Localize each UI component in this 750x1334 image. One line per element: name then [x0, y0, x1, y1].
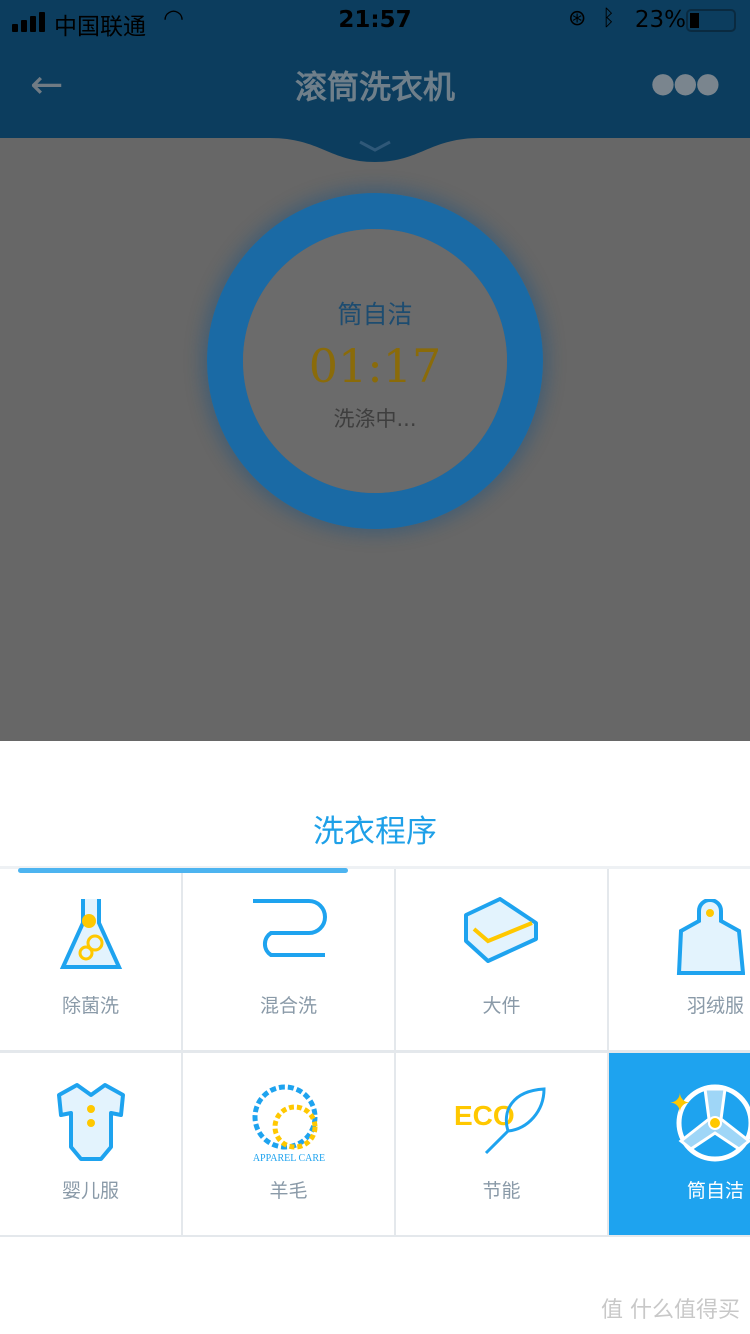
remaining-time: 01:17 [308, 339, 442, 393]
program-mixed[interactable]: 混合洗 [183, 869, 394, 1050]
program-label: 筒自洁 [686, 1180, 744, 1202]
program-label: 羊毛 [269, 1180, 308, 1202]
program-bulky[interactable]: 大件 [396, 869, 607, 1050]
bulky-item-icon [463, 897, 538, 963]
bluetooth-icon: ᛒ [602, 6, 616, 31]
status-bar: 中国联通 ◠ 21:57 ⊛ ᛒ 23% [0, 0, 750, 40]
program-label: 大件 [482, 995, 521, 1017]
program-label: 混合洗 [259, 995, 317, 1017]
more-dots-icon[interactable]: ●●● [651, 66, 720, 99]
svg-text:APPAREL CARE: APPAREL CARE [252, 1153, 324, 1163]
woolmark-icon: APPAREL CARE [252, 1084, 325, 1163]
sheet-title: 洗衣程序 [313, 814, 437, 850]
watermark: 值 什么值得买 [601, 1298, 740, 1323]
status-circle: 筒自洁 01:17 洗涤中... [243, 229, 507, 493]
current-program: 筒自洁 [337, 300, 413, 329]
battery-icon [686, 9, 736, 32]
program-drum-clean[interactable]: ✦ 筒自洁 [609, 1053, 750, 1235]
down-jacket-icon [676, 899, 745, 975]
program-label: 节能 [482, 1180, 521, 1202]
page-title: 滚筒洗衣机 [294, 68, 455, 106]
sparkle-icon: ✦ [669, 1089, 691, 1119]
mixed-fabric-icon [252, 899, 327, 957]
program-label: 除菌洗 [61, 995, 119, 1017]
program-baby[interactable]: 婴儿服 [0, 1053, 181, 1235]
flask-icon [59, 899, 122, 969]
baby-onesie-icon [56, 1083, 125, 1161]
eco-leaf-icon: ECO [454, 1087, 546, 1155]
program-wool[interactable]: APPAREL CARE 羊毛 [183, 1053, 394, 1235]
wash-state: 洗涤中... [333, 407, 417, 431]
program-down-jacket[interactable]: 羽绒服 [609, 869, 750, 1050]
rotation-lock-icon: ⊛ [568, 6, 587, 31]
dimmed-background[interactable]: 中国联通 ◠ 21:57 ⊛ ᛒ 23% ← 滚筒洗衣机 ●●● 筒自洁 01:… [0, 0, 750, 741]
program-eco[interactable]: ECO 节能 [396, 1053, 607, 1235]
battery-percent: 23% [634, 7, 686, 33]
program-sterilize[interactable]: 除菌洗 [0, 869, 181, 1050]
tab-indicator [18, 868, 348, 873]
program-label: 羽绒服 [686, 995, 744, 1017]
nav-header: 中国联通 ◠ 21:57 ⊛ ᛒ 23% ← 滚筒洗衣机 ●●● [0, 0, 750, 138]
collapse-tab[interactable] [0, 130, 750, 170]
program-label: 婴儿服 [61, 1180, 119, 1202]
program-grid: 除菌洗 混合洗 大件 羽绒服 婴儿服 APPAREL CARE 羊毛 ECO 节… [0, 869, 750, 1237]
